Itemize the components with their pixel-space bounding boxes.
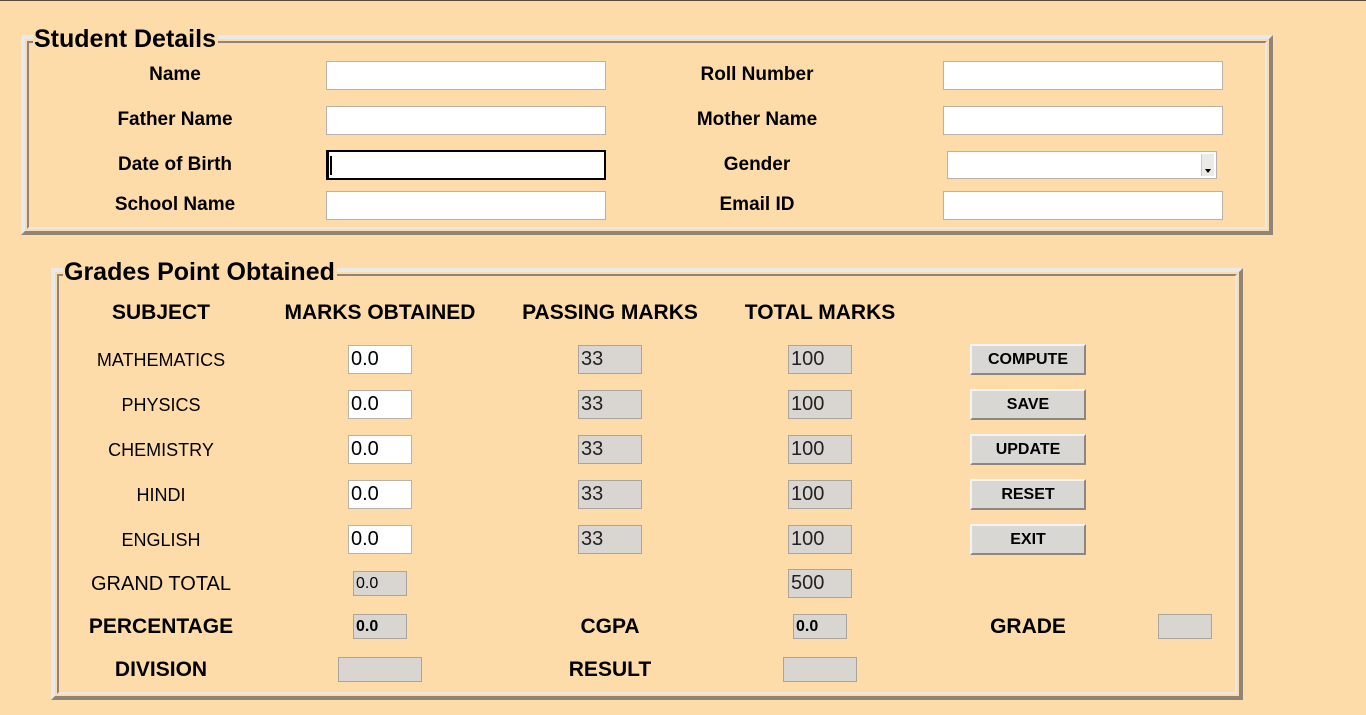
percentage-label: PERCENTAGE bbox=[88, 615, 234, 638]
total-marks-english: 100 bbox=[788, 525, 852, 554]
name-input[interactable] bbox=[326, 61, 606, 90]
school-name-label: School Name bbox=[114, 194, 236, 215]
marks-obtained-english[interactable]: 0.0 bbox=[348, 525, 412, 554]
subject-label-hindi: HINDI bbox=[136, 485, 186, 505]
division-value bbox=[338, 657, 422, 682]
division-label: DIVISION bbox=[114, 658, 208, 681]
result-label: RESULT bbox=[568, 658, 652, 681]
school-name-input[interactable] bbox=[326, 191, 606, 220]
email-id-input[interactable] bbox=[943, 191, 1223, 220]
student-details-title: Student Details bbox=[33, 25, 218, 53]
total-marks-hindi: 100 bbox=[788, 480, 852, 509]
marks-obtained-mathematics[interactable]: 0.0 bbox=[348, 345, 412, 374]
subject-label-english: ENGLISH bbox=[121, 530, 201, 550]
subject-label-mathematics: MATHEMATICS bbox=[96, 350, 226, 370]
passing-marks-mathematics: 33 bbox=[578, 345, 642, 374]
compute-button[interactable]: COMPUTE bbox=[970, 344, 1086, 375]
grade-label: GRADE bbox=[990, 615, 1066, 638]
chevron-down-icon[interactable] bbox=[1201, 154, 1214, 176]
mother-name-label: Mother Name bbox=[696, 109, 818, 130]
date-of-birth-input[interactable] bbox=[326, 150, 606, 180]
gender-label: Gender bbox=[723, 154, 791, 175]
grand-total-marks: 500 bbox=[788, 569, 852, 598]
marks-obtained-header: MARKS OBTAINED bbox=[284, 301, 476, 324]
reset-button[interactable]: RESET bbox=[970, 479, 1086, 510]
grand-total-label: GRAND TOTAL bbox=[90, 573, 232, 595]
mother-name-input[interactable] bbox=[943, 106, 1223, 135]
cgpa-value: 0.0 bbox=[793, 614, 847, 639]
father-name-label: Father Name bbox=[117, 109, 233, 130]
exit-button[interactable]: EXIT bbox=[970, 524, 1086, 555]
passing-marks-physics: 33 bbox=[578, 390, 642, 419]
total-marks-physics: 100 bbox=[788, 390, 852, 419]
text-caret bbox=[330, 156, 332, 175]
roll-number-input[interactable] bbox=[943, 61, 1223, 90]
result-value bbox=[783, 657, 857, 682]
date-of-birth-label: Date of Birth bbox=[118, 154, 232, 175]
passing-marks-header: PASSING MARKS bbox=[522, 301, 698, 324]
grand-total-obtained: 0.0 bbox=[353, 571, 407, 596]
passing-marks-english: 33 bbox=[578, 525, 642, 554]
subject-label-physics: PHYSICS bbox=[121, 395, 201, 415]
total-marks-mathematics: 100 bbox=[788, 345, 852, 374]
name-label: Name bbox=[149, 64, 201, 85]
passing-marks-hindi: 33 bbox=[578, 480, 642, 509]
grade-value bbox=[1158, 614, 1212, 639]
subject-label-chemistry: CHEMISTRY bbox=[108, 440, 214, 460]
marks-obtained-hindi[interactable]: 0.0 bbox=[348, 480, 412, 509]
update-button[interactable]: UPDATE bbox=[970, 434, 1086, 465]
passing-marks-chemistry: 33 bbox=[578, 435, 642, 464]
total-marks-header: TOTAL MARKS bbox=[744, 301, 896, 324]
email-id-label: Email ID bbox=[719, 194, 795, 215]
roll-number-label: Roll Number bbox=[700, 64, 814, 85]
total-marks-chemistry: 100 bbox=[788, 435, 852, 464]
father-name-input[interactable] bbox=[326, 106, 606, 135]
student-grade-form-window: Student Details Name Roll Number Father … bbox=[0, 0, 1366, 715]
grades-title: Grades Point Obtained bbox=[63, 258, 337, 286]
cgpa-label: CGPA bbox=[580, 615, 640, 638]
percentage-value: 0.0 bbox=[353, 614, 407, 639]
save-button[interactable]: SAVE bbox=[970, 389, 1086, 420]
subject-header: SUBJECT bbox=[111, 301, 211, 324]
marks-obtained-chemistry[interactable]: 0.0 bbox=[348, 435, 412, 464]
marks-obtained-physics[interactable]: 0.0 bbox=[348, 390, 412, 419]
gender-dropdown[interactable] bbox=[947, 151, 1217, 179]
